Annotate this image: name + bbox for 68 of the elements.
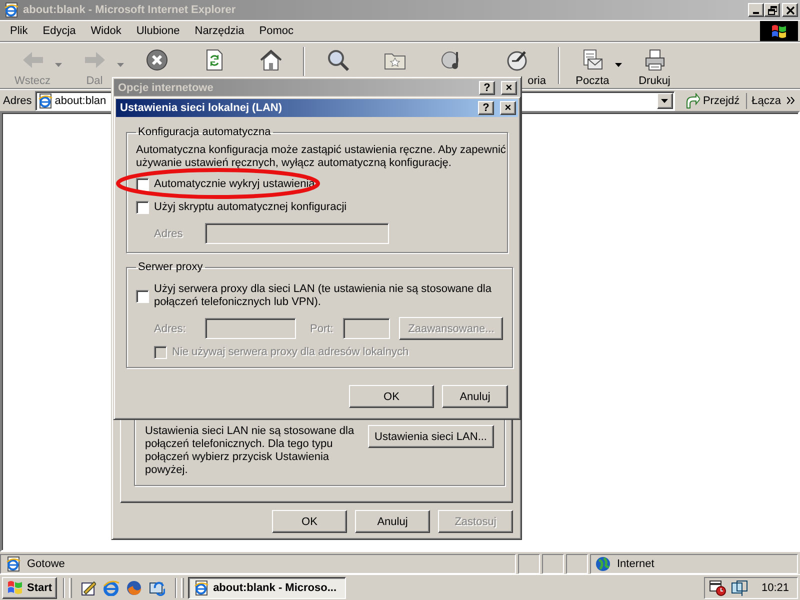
caret-icon[interactable] [615,63,622,67]
window-title: about:blank - Microsoft Internet Explorer [23,4,237,16]
notepad-pencil-icon[interactable] [80,580,96,596]
clock-time: 10:21 [761,582,789,594]
toolbar-button[interactable]: Drukuj [626,45,683,88]
field-label: Adres: [154,322,187,334]
toolbar-button[interactable]: Poczta [564,45,621,88]
dialog-button[interactable]: OK [272,510,347,533]
status-panel [542,554,564,574]
globe-icon [595,556,611,572]
house-icon [258,48,282,72]
close-icon [786,6,794,14]
go-button[interactable]: Przejdź [678,92,747,108]
group-title: Konfiguracja automatyczna [137,126,272,138]
menu-item[interactable]: Plik [4,25,34,37]
field-label: Port: [310,322,334,334]
menu-item[interactable]: Pomoc [253,25,300,37]
checkbox-label: Automatycznie wykryj ustawienia [154,178,315,190]
checkbox-label: Użyj skryptu automatycznej konfiguracji [154,201,347,213]
address-label: Adres [3,94,32,106]
menu-item[interactable]: Widok [84,25,128,37]
dialog-title: Ustawienia sieci lokalnej (LAN) [120,102,283,114]
links-label[interactable]: Łącza [752,94,781,106]
dropdown-button[interactable] [656,92,673,108]
stop-icon [144,48,168,72]
minimize-icon [753,12,759,14]
flag-logo-icon [771,24,787,38]
window-arrows-icon[interactable] [149,580,166,596]
chevron-icon[interactable] [787,97,795,104]
checkbox[interactable] [136,201,149,214]
start-button[interactable]: Start [2,576,58,598]
zone-text: Internet [617,558,654,570]
close-button[interactable]: × [500,101,516,115]
lan-settings-button[interactable]: Ustawienia sieci LAN... [368,425,494,448]
envelope-icon [580,48,604,72]
checkbox[interactable] [136,178,149,191]
group-title: Serwer proxy [137,261,204,273]
checkbox-label: Nie używaj serwera proxy dla adresów lokalnych [172,346,409,358]
checkbox[interactable] [136,290,149,303]
status-panel [566,554,588,574]
printer-icon [642,48,666,72]
calendar-clock-icon[interactable] [709,580,728,596]
page-icon [5,556,21,572]
status-text: Gotowe [27,558,65,570]
caret-icon [661,98,668,102]
dialog-title: Opcje internetowe [118,82,214,94]
dialog-button[interactable]: Anuluj [355,510,430,533]
field-label: Adres [154,228,184,240]
dialog-button[interactable]: OK [349,385,434,408]
arrow-icon [684,92,700,108]
menu-item[interactable]: Edycja [36,25,82,37]
page-icon [193,580,210,596]
help-button[interactable]: ? [478,101,494,115]
network-squares-icon[interactable] [731,580,750,596]
search-icon [326,48,350,72]
globe-icon[interactable] [126,580,142,596]
status-panel [518,554,540,574]
taskbar-button[interactable]: about:blank - Microso... [188,576,346,598]
restore-icon [768,6,776,14]
group-description: Automatyczna konfiguracja może zastąpić ustawienia ręczne. Aby zapewnić używanie ustawień ręcznych, wyłącz automatyczną konfigurację. [136,144,507,170]
menu-item[interactable]: Ulubione [130,25,186,37]
lan-description: Ustawienia sieci LAN nie są stosowane dla połączeń telefonicznych. Dla tego typu połączeń wybierz przycisk Ustawienia powyżej. [145,425,356,477]
flag-logo-icon [6,580,24,596]
dialog-button[interactable]: Anuluj [442,385,508,408]
menu-item[interactable]: Narzędzia [188,25,250,37]
checkbox-label: Użyj serwera proxy dla sieci LAN (te ustawienia nie są stosowane dla połączeń telefonicznych lub VPN). [154,283,492,309]
page-icon [3,2,19,18]
globe-ring-icon[interactable] [103,580,120,596]
